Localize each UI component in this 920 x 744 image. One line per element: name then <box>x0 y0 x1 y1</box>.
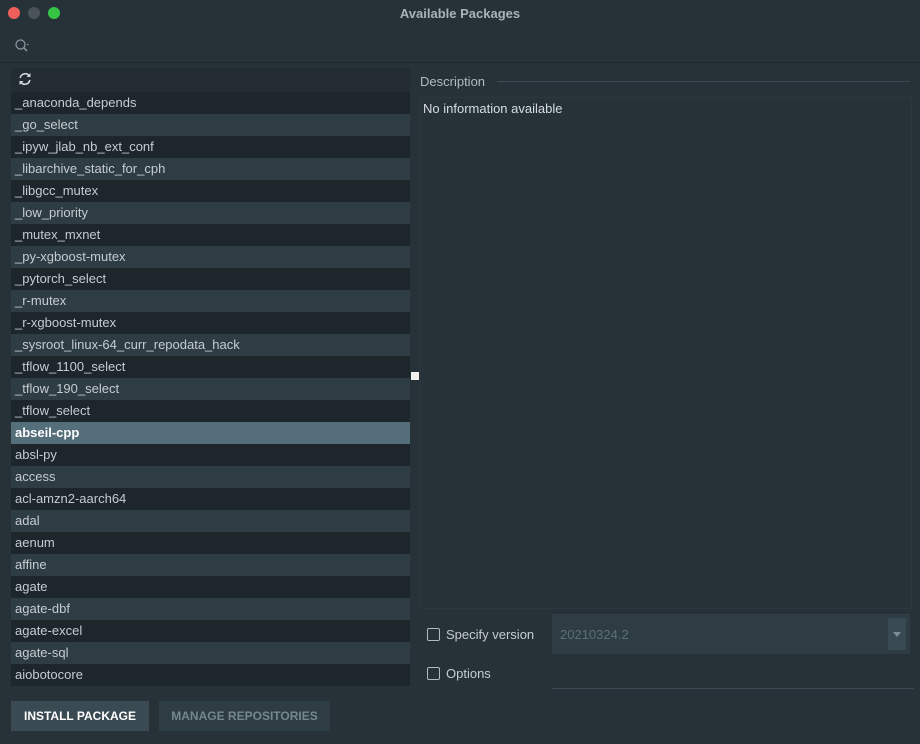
package-row[interactable]: _tflow_190_select <box>11 378 410 400</box>
package-row[interactable]: _tflow_select <box>11 400 410 422</box>
search-input[interactable] <box>40 36 904 58</box>
package-row[interactable]: _anaconda_depends <box>11 92 410 114</box>
package-row[interactable]: adal <box>11 510 410 532</box>
description-area: No information available <box>420 97 912 609</box>
window-title: Available Packages <box>399 6 521 21</box>
options-checkbox[interactable] <box>427 667 440 680</box>
search-icon[interactable] <box>14 38 30 54</box>
package-list[interactable]: _anaconda_depends _go_select _ipyw_jlab_nb… <box>11 92 410 686</box>
package-row[interactable]: _sysroot_linux-64_curr_repodata_hack <box>11 334 410 356</box>
description-text: No information available <box>423 101 563 116</box>
search-bar <box>0 30 920 63</box>
package-row[interactable]: _mutex_mxnet <box>11 224 410 246</box>
title-bar: Available Packages <box>0 0 920 26</box>
package-row[interactable]: _libarchive_static_for_cph <box>11 158 410 180</box>
version-value: 20210324.2 <box>560 627 629 642</box>
description-divider <box>497 81 910 82</box>
install-package-button[interactable]: INSTALL PACKAGE <box>11 701 149 731</box>
package-row[interactable]: _pytorch_select <box>11 268 410 290</box>
package-row[interactable]: access <box>11 466 410 488</box>
specify-version-label[interactable]: Specify version <box>446 627 534 642</box>
package-row[interactable]: aiobotocore <box>11 664 410 686</box>
chevron-down-icon <box>893 632 901 637</box>
package-row[interactable]: agate-excel <box>11 620 410 642</box>
package-row[interactable]: _low_priority <box>11 202 410 224</box>
package-row[interactable]: abseil-cpp <box>11 422 410 444</box>
package-row[interactable]: agate-sql <box>11 642 410 664</box>
package-list-panel: _anaconda_depends _go_select _ipyw_jlab_nb… <box>11 68 410 686</box>
options-input[interactable] <box>552 660 914 689</box>
package-row[interactable]: _ipyw_jlab_nb_ext_conf <box>11 136 410 158</box>
package-row[interactable]: aenum <box>11 532 410 554</box>
package-row[interactable]: agate-dbf <box>11 598 410 620</box>
package-row[interactable]: _r-mutex <box>11 290 410 312</box>
package-row[interactable]: _r-xgboost-mutex <box>11 312 410 334</box>
package-row[interactable]: _libgcc_mutex <box>11 180 410 202</box>
package-row[interactable]: agate <box>11 576 410 598</box>
package-row[interactable]: affine <box>11 554 410 576</box>
package-row[interactable]: absl-py <box>11 444 410 466</box>
package-row[interactable]: _py-xgboost-mutex <box>11 246 410 268</box>
package-row[interactable]: _tflow_1100_select <box>11 356 410 378</box>
splitter-handle[interactable] <box>411 372 419 380</box>
version-dropdown-button[interactable] <box>888 618 906 650</box>
description-label: Description <box>420 74 486 89</box>
version-select[interactable]: 20210324.2 <box>552 614 910 654</box>
refresh-icon[interactable] <box>17 71 33 87</box>
package-row[interactable]: _go_select <box>11 114 410 136</box>
options-label[interactable]: Options <box>446 666 491 681</box>
package-row[interactable]: acl-amzn2-aarch64 <box>11 488 410 510</box>
specify-version-checkbox[interactable] <box>427 628 440 641</box>
manage-repositories-button[interactable]: MANAGE REPOSITORIES <box>159 701 330 731</box>
